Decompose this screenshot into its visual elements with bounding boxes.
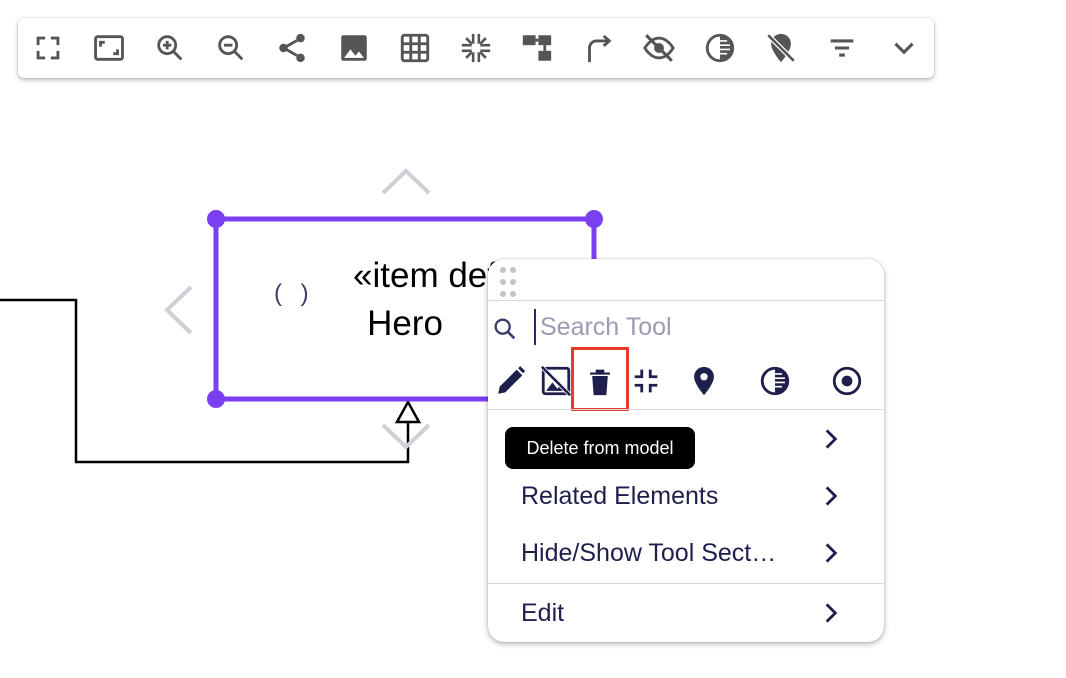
grid-icon <box>400 33 430 63</box>
chevron-right-icon <box>825 603 838 623</box>
resize-up-arrow[interactable] <box>381 168 431 195</box>
export-image-button[interactable] <box>336 30 372 66</box>
fade-tool-button[interactable] <box>757 363 793 399</box>
filter-icon <box>830 39 854 57</box>
search-icon <box>494 318 516 340</box>
diagram-toolbar <box>18 18 934 78</box>
unpin-icon <box>766 33 796 63</box>
generalization-arrowhead <box>394 399 422 424</box>
more-button[interactable] <box>886 30 922 66</box>
unpin-button[interactable] <box>763 30 799 66</box>
zoom-out-icon <box>218 35 244 61</box>
menu-item-hide-show-tool-sections[interactable]: Hide/Show Tool Sect… <box>488 527 884 579</box>
fit-to-screen-button[interactable] <box>91 30 127 66</box>
delete-tool-highlight <box>571 347 629 411</box>
zoom-in-button[interactable] <box>152 30 188 66</box>
pin-tool-button[interactable] <box>686 363 722 399</box>
edit-tool-button[interactable] <box>493 363 529 399</box>
fullscreen-button[interactable] <box>30 30 66 66</box>
palette-separator <box>488 583 884 584</box>
target-icon <box>832 366 862 396</box>
filter-button[interactable] <box>824 30 860 66</box>
collapse-tool-button[interactable] <box>628 363 664 399</box>
zoom-in-icon <box>157 35 183 61</box>
chevron-right-icon <box>825 486 838 506</box>
menu-item-edit[interactable]: Edit <box>488 587 884 639</box>
fit-to-screen-icon <box>94 35 124 61</box>
menu-item-label: Edit <box>521 599 565 627</box>
chevron-right-icon <box>825 429 838 449</box>
selection-handle-tl[interactable] <box>207 210 225 228</box>
resize-down-arrow[interactable] <box>381 423 431 450</box>
fullscreen-icon <box>36 36 60 60</box>
collapse-icon <box>634 369 658 393</box>
redo-arrow-icon <box>588 34 612 63</box>
hide-button[interactable] <box>641 30 677 66</box>
hide-icon <box>643 34 675 62</box>
delete-tooltip: Delete from model <box>505 427 695 469</box>
route-button[interactable] <box>580 30 616 66</box>
resize-left-arrow[interactable] <box>164 285 193 335</box>
menu-item-label: Hide/Show Tool Sect… <box>521 539 777 567</box>
hide-image-tool-button[interactable] <box>538 363 574 399</box>
share-button[interactable] <box>274 30 310 66</box>
layout-icon <box>522 35 552 61</box>
selection-handle-bl[interactable] <box>207 390 225 408</box>
select-tool-button[interactable] <box>829 363 865 399</box>
contrast-icon <box>705 33 735 63</box>
menu-item-related-elements[interactable]: Related Elements <box>488 470 884 522</box>
search-tool-input[interactable] <box>534 309 860 345</box>
grid-button[interactable] <box>397 30 433 66</box>
share-icon <box>279 33 305 63</box>
contrast-icon <box>760 366 790 396</box>
menu-item-label: Related Elements <box>521 482 719 510</box>
image-icon <box>341 35 367 61</box>
arrange-button[interactable] <box>519 30 555 66</box>
palette-separator <box>488 409 884 410</box>
selection-handle-tr[interactable] <box>585 210 603 228</box>
zoom-out-button[interactable] <box>213 30 249 66</box>
chevron-down-icon <box>894 42 914 55</box>
chevron-right-icon <box>825 543 838 563</box>
drag-handle-icon[interactable] <box>498 265 518 299</box>
hide-image-icon <box>540 365 572 397</box>
snap-button[interactable] <box>458 30 494 66</box>
fade-button[interactable] <box>702 30 738 66</box>
pin-icon <box>694 366 714 396</box>
palette-separator <box>488 300 884 301</box>
pencil-icon <box>498 366 526 394</box>
snap-icon <box>461 33 491 63</box>
